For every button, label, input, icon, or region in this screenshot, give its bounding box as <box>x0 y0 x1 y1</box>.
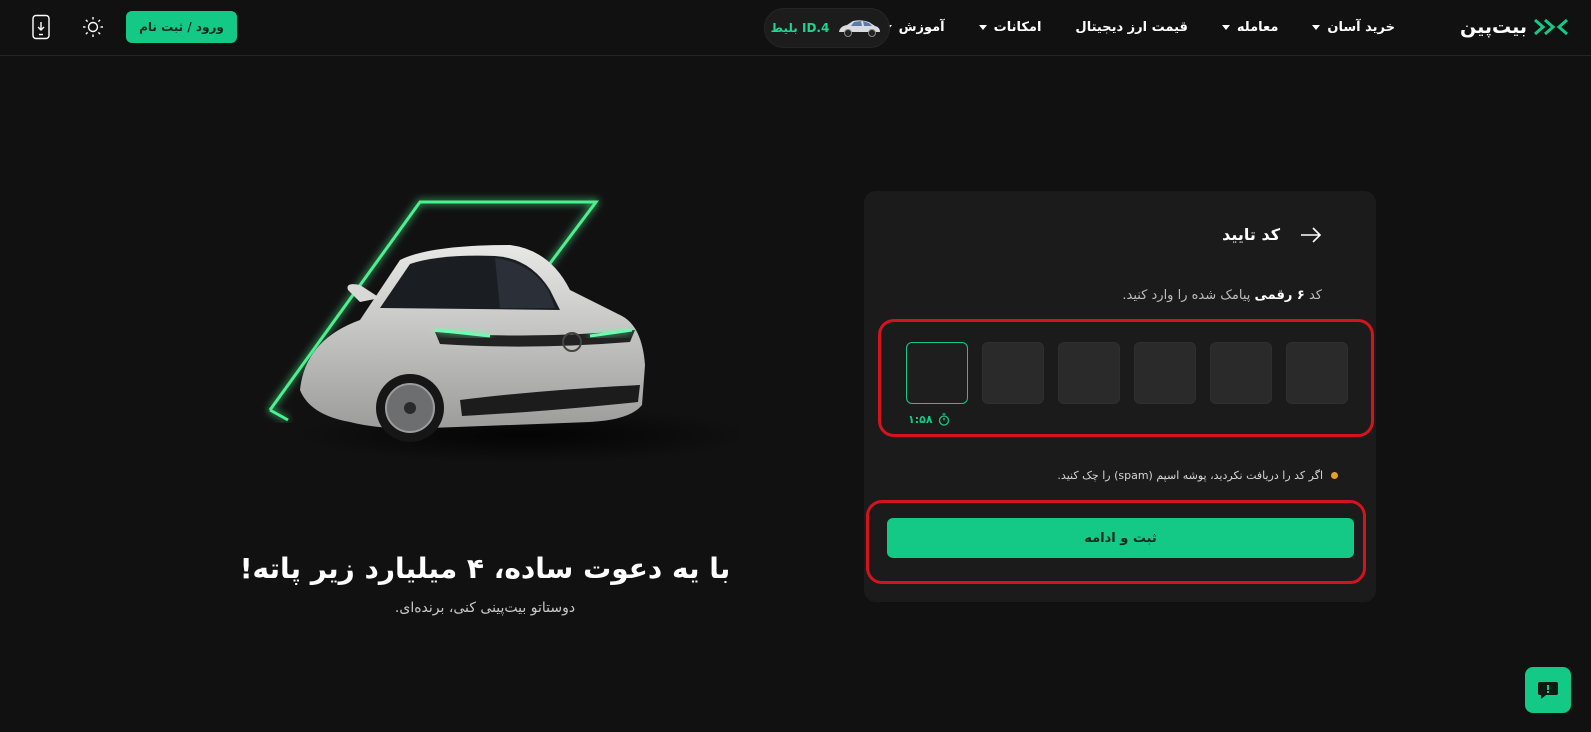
otp-digit-4[interactable] <box>1058 342 1120 404</box>
nav-features[interactable]: امکانات <box>978 19 1042 35</box>
main-nav: خرید آسان معامله قیمت ارز دیجیتال امکانا… <box>883 14 1395 40</box>
otp-digit-1[interactable] <box>1286 342 1348 404</box>
otp-digit-6[interactable] <box>906 342 968 404</box>
nav-crypto-prices[interactable]: قیمت ارز دیجیتال <box>1075 20 1187 35</box>
hero-car-image <box>268 200 740 463</box>
top-header: بیت‌پین خرید آسان معامله قیمت ارز دیجیتا… <box>0 0 1591 56</box>
otp-digit-3[interactable] <box>1134 342 1196 404</box>
nav-label: قیمت ارز دیجیتال <box>1075 19 1188 35</box>
submit-continue-button[interactable]: ثبت و ادامه <box>887 518 1354 558</box>
nav-label: معامله <box>1236 19 1279 35</box>
back-arrow-icon[interactable] <box>1300 226 1322 243</box>
nav-label: آموزش <box>898 19 945 35</box>
stopwatch-icon <box>938 413 949 426</box>
theme-toggle-button[interactable] <box>79 13 107 41</box>
logo-text: بیت‌پین <box>1460 16 1527 38</box>
ticket-label: بلیط ID.4 <box>770 21 830 35</box>
sun-icon <box>83 17 103 37</box>
spam-hint: اگر کد را دریافت نکردید، پوشه اسپم (spam… <box>1057 469 1338 482</box>
otp-input-row <box>906 342 1348 404</box>
otp-digit-2[interactable] <box>1210 342 1272 404</box>
desc-suffix: پیامک شده را وارد کنید. <box>1122 288 1251 303</box>
otp-digit-5[interactable] <box>982 342 1044 404</box>
chevron-down-icon <box>978 24 987 30</box>
mobile-download-icon <box>32 14 50 40</box>
car-icon <box>839 20 881 37</box>
chevron-down-icon <box>1312 24 1321 30</box>
chat-bubble-icon <box>1538 682 1558 699</box>
verification-card: کد تایید کد ۶ رقمی پیامک شده را وارد کنی… <box>864 191 1376 602</box>
desc-bold: ۶ رقمی <box>1254 288 1305 303</box>
hero-section: با یه دعوت ساده، ۴ میلیارد زیر پاته! دوس… <box>230 190 740 630</box>
chevron-down-icon <box>1221 24 1230 30</box>
timer-text: ۱:۵۸ <box>908 413 933 426</box>
hero-title: با یه دعوت ساده، ۴ میلیارد زیر پاته! <box>239 552 731 585</box>
logo[interactable]: بیت‌پین <box>1460 12 1569 42</box>
app-download-button[interactable] <box>27 13 55 41</box>
nav-label: امکانات <box>993 19 1042 35</box>
desc-prefix: کد <box>1308 288 1322 303</box>
hero-subtitle: دوستاتو بیت‌پینی کنی، برنده‌ای. <box>394 600 576 616</box>
id4-ticket-badge[interactable]: بلیط ID.4 <box>764 8 890 48</box>
nav-education[interactable]: آموزش <box>883 19 945 35</box>
card-header: کد تایید <box>1222 225 1322 244</box>
login-register-button[interactable]: ورود / ثبت نام <box>126 11 237 43</box>
resend-timer: ۱:۵۸ <box>908 413 950 426</box>
logo-mark-icon <box>1534 18 1568 36</box>
card-title: کد تایید <box>1222 225 1280 244</box>
card-description: کد ۶ رقمی پیامک شده را وارد کنید. <box>1122 288 1322 303</box>
warning-dot-icon <box>1331 472 1338 479</box>
nav-trade[interactable]: معامله <box>1221 19 1279 35</box>
support-chat-button[interactable] <box>1525 667 1571 713</box>
nav-label: خرید آسان <box>1327 19 1395 35</box>
hint-text: اگر کد را دریافت نکردید، پوشه اسپم (spam… <box>1057 469 1323 482</box>
nav-easy-buy[interactable]: خرید آسان <box>1312 20 1395 35</box>
